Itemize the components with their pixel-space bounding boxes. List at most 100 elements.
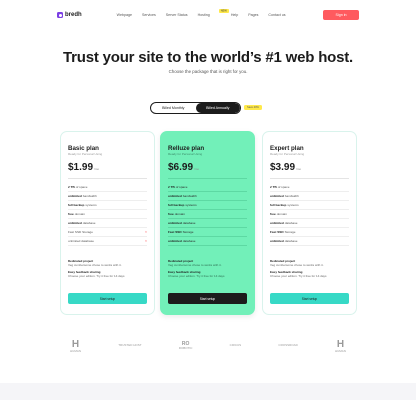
plan-description: Ready for Personal Using bbox=[168, 152, 203, 156]
feature-item: unlimited bandwidth bbox=[168, 192, 247, 201]
client-logos: H HUMAN TRUSTED HOST RO ROBOTIC CIRCUS C… bbox=[70, 339, 346, 353]
start-setup-button[interactable]: Start setup bbox=[168, 293, 247, 304]
client-logo-label: CROSSROAD bbox=[278, 343, 298, 348]
start-setup-button[interactable]: Start setup bbox=[68, 293, 147, 304]
menu-item-help[interactable]: Help bbox=[231, 13, 238, 17]
feature-highlight: unlimited bbox=[168, 194, 182, 198]
feature-text: Storage bbox=[284, 230, 296, 234]
feature-list: 2 TB of space unlimited bandwidth full backu… bbox=[68, 183, 147, 246]
start-setup-button[interactable]: Start setup bbox=[270, 293, 349, 304]
feature-item: unlimited database bbox=[270, 237, 349, 246]
plan-description: Ready for Personal Using bbox=[68, 152, 103, 156]
feature-item: unlimited bandwidth bbox=[68, 192, 147, 201]
menu-item-services[interactable]: Services bbox=[142, 13, 156, 17]
cross-icon: × bbox=[145, 230, 147, 234]
page-title: Trust your site to the world’s #1 web ho… bbox=[62, 49, 354, 66]
feature-text: of space bbox=[175, 185, 188, 189]
feature-text: database bbox=[284, 239, 298, 243]
plan-description: Ready for Personal Using bbox=[270, 152, 305, 156]
feature-item: unlimited database × bbox=[68, 237, 147, 246]
sign-in-button[interactable]: Sign in bbox=[323, 10, 359, 20]
feature-highlight: free bbox=[168, 212, 174, 216]
divider bbox=[270, 178, 349, 179]
plan-name: Expert plan bbox=[270, 145, 304, 152]
client-logo-human: H HUMAN bbox=[70, 339, 81, 353]
feature-item: free domain bbox=[68, 210, 147, 219]
plan-extras: Dedicated project Veg cumbersome chose to… bbox=[270, 256, 349, 278]
extra-text: Choose your edition. Try it free for 14 … bbox=[68, 274, 125, 278]
feature-text: database bbox=[182, 221, 196, 225]
feature-highlight: full backup bbox=[168, 203, 185, 207]
feature-highlight: 2 TB bbox=[168, 185, 175, 189]
extra-text: Veg cumbersome chose to works with it. bbox=[270, 263, 324, 267]
menu-item-server-status[interactable]: Server Status bbox=[166, 13, 188, 17]
feature-highlight: Fast SSD bbox=[270, 230, 284, 234]
menu-item-contact[interactable]: Contact us bbox=[268, 13, 285, 17]
feature-highlight: unlimited bbox=[68, 221, 82, 225]
cross-icon: × bbox=[145, 239, 147, 243]
price-period: /mo bbox=[194, 167, 200, 171]
feature-highlight: Fast SSD bbox=[168, 230, 182, 234]
feature-text: domain bbox=[276, 212, 287, 216]
plan-price: $6.99/mo bbox=[168, 162, 199, 173]
feature-text: Storage bbox=[182, 230, 194, 234]
price-amount: $1.99 bbox=[68, 162, 94, 173]
plan-name: Basic plan bbox=[68, 145, 99, 152]
feature-text: database bbox=[284, 221, 298, 225]
feature-highlight: unlimited bbox=[270, 194, 284, 198]
new-badge: NEW bbox=[218, 8, 229, 13]
billing-annually-option[interactable]: Billed Annually bbox=[195, 103, 240, 113]
extra-text: Veg cumbersome chose to works with it. bbox=[68, 263, 122, 267]
footer-band bbox=[0, 383, 416, 400]
feature-text: of space bbox=[75, 185, 88, 189]
feature-text: of space bbox=[277, 185, 290, 189]
feature-item: full backup systems bbox=[68, 201, 147, 210]
price-amount: $6.99 bbox=[168, 162, 194, 173]
brand-name: bredh bbox=[65, 12, 82, 18]
client-logo-label: HUMAN bbox=[334, 348, 346, 353]
feature-text: systems bbox=[185, 203, 197, 207]
price-period: /mo bbox=[94, 167, 100, 171]
plan-price: $1.99/mo bbox=[68, 162, 99, 173]
feature-text: Fast SSD Storage bbox=[68, 230, 93, 234]
feature-item: unlimited database bbox=[68, 219, 147, 228]
feature-item: Fast SSD Storage bbox=[270, 228, 349, 237]
billing-monthly-option[interactable]: Billed Monthly bbox=[151, 103, 196, 113]
plan-name: Relluze plan bbox=[168, 145, 205, 152]
client-logo-label: HUMAN bbox=[70, 348, 81, 353]
extra-text: Veg cumbersome chose to works with it. bbox=[168, 263, 222, 267]
menu-item-webpage[interactable]: Webpage bbox=[117, 13, 132, 17]
feature-highlight: full backup bbox=[270, 203, 287, 207]
page-subtitle: Choose the package that is right for you… bbox=[168, 69, 248, 74]
brand-logo[interactable]: bredh bbox=[57, 12, 82, 18]
client-logo-robotic: RO ROBOTIC bbox=[178, 341, 193, 351]
feature-item: Fast SSD Storage bbox=[168, 228, 247, 237]
feature-text: systems bbox=[287, 203, 299, 207]
feature-text: unlimited database bbox=[68, 239, 94, 243]
menu-item-hosting[interactable]: Hosting NEW bbox=[197, 8, 229, 17]
menu-item-pages[interactable]: Pages bbox=[248, 13, 258, 17]
feature-item: Fast SSD Storage × bbox=[68, 228, 147, 237]
feature-highlight: 2 TB bbox=[270, 185, 277, 189]
feature-item: unlimited database bbox=[270, 219, 349, 228]
feature-item: unlimited bandwidth bbox=[270, 192, 349, 201]
feature-text: database bbox=[82, 221, 96, 225]
feature-item: 2 TB of space bbox=[168, 183, 247, 192]
menu-item-hosting-label: Hosting bbox=[197, 13, 210, 17]
extra-text: Choose your edition. Try it free for 14 … bbox=[270, 274, 327, 278]
feature-highlight: 2 TB bbox=[68, 185, 75, 189]
feature-highlight: unlimited bbox=[68, 194, 82, 198]
plan-card-expert: Expert plan Ready for Personal Using $3.99… bbox=[262, 131, 357, 315]
feature-highlight: unlimited bbox=[168, 239, 182, 243]
feature-text: systems bbox=[85, 203, 97, 207]
feature-list: 2 TB of space unlimited bandwidth full backu… bbox=[168, 183, 247, 246]
plan-card-relluze: Relluze plan Ready for Personal Using $6.9… bbox=[160, 131, 255, 315]
feature-highlight: full backup bbox=[68, 203, 85, 207]
price-amount: $3.99 bbox=[270, 162, 296, 173]
feature-item: 2 TB of space bbox=[270, 183, 349, 192]
top-nav: bredh Webpage Services Server Status Hos… bbox=[57, 8, 359, 22]
feature-text: database bbox=[182, 239, 196, 243]
client-logo-label: ROBOTIC bbox=[178, 346, 193, 351]
feature-highlight: free bbox=[270, 212, 276, 216]
feature-text: bandwidth bbox=[182, 194, 197, 198]
